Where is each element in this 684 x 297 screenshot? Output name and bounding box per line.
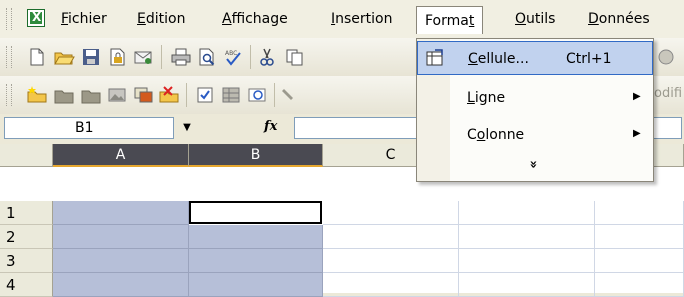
column-header-a[interactable]: A — [53, 144, 189, 167]
cell-d1[interactable] — [459, 201, 595, 225]
menu-item-ligne-label: Ligne — [467, 90, 506, 106]
toolbar-separator — [250, 45, 251, 69]
save-icon[interactable] — [80, 47, 102, 67]
row-header-2[interactable]: 2 — [0, 225, 53, 249]
cell-a3[interactable] — [53, 249, 189, 273]
name-box-dropdown-icon[interactable]: ▼ — [178, 119, 196, 137]
cell-a4[interactable] — [53, 273, 189, 297]
menu-affichage[interactable]: Affichage — [222, 9, 288, 29]
excel-app-icon[interactable] — [27, 9, 45, 27]
cell-d2[interactable] — [459, 225, 595, 249]
window-icon[interactable] — [132, 85, 154, 105]
cell-e4[interactable] — [595, 273, 684, 297]
cell-d3[interactable] — [459, 249, 595, 273]
menu-item-cellule-shortcut: Ctrl+1 — [566, 51, 612, 67]
cell-c1[interactable] — [323, 201, 459, 225]
cell-e1[interactable] — [595, 201, 684, 225]
menubar-grip[interactable] — [6, 8, 12, 30]
print-preview-icon[interactable] — [196, 47, 218, 67]
cell-a1[interactable] — [53, 201, 189, 225]
menu-item-cellule[interactable]: Cellule... Ctrl+1 — [417, 41, 653, 75]
permission-icon[interactable] — [106, 47, 128, 67]
menu-outils[interactable]: Outils — [515, 9, 555, 29]
delete-folder-icon[interactable] — [158, 85, 180, 105]
open-icon[interactable] — [53, 47, 75, 67]
menu-insertion[interactable]: Insertion — [331, 9, 393, 29]
cell-a2[interactable] — [53, 225, 189, 249]
copy-icon[interactable] — [284, 47, 306, 67]
submenu-arrow-icon: ▶ — [633, 128, 641, 139]
expand-menu-icon[interactable]: » — [526, 160, 541, 168]
submenu-arrow-icon: ▶ — [633, 91, 641, 102]
cell-b2[interactable] — [189, 225, 323, 249]
cell-d4[interactable] — [459, 273, 595, 297]
new-icon[interactable] — [26, 47, 48, 67]
toolbar-grip[interactable] — [6, 84, 12, 106]
menu-bar: Fichier Edition Affichage Insertion Form… — [0, 0, 684, 39]
cell-c4[interactable] — [323, 273, 459, 297]
print-icon[interactable] — [170, 47, 192, 67]
toolbar-separator — [161, 45, 162, 69]
toolbar-separator — [186, 83, 187, 107]
toolbar-separator — [274, 83, 275, 107]
image-icon[interactable] — [106, 85, 128, 105]
cell-c3[interactable] — [323, 249, 459, 273]
research-icon[interactable] — [656, 47, 678, 67]
checkbox-icon[interactable] — [194, 85, 216, 105]
function-icon[interactable]: fx — [264, 119, 277, 134]
track-changes-icon[interactable] — [279, 85, 301, 105]
row-header-3[interactable]: 3 — [0, 249, 53, 273]
menu-item-colonne[interactable]: Colonne ▶ — [417, 118, 653, 152]
table-icon[interactable] — [220, 85, 242, 105]
menu-edition[interactable]: Edition — [137, 9, 185, 29]
menu-item-cellule-label: Cellule... — [468, 51, 529, 67]
svg-text:ABC: ABC — [225, 50, 237, 57]
column-header-b[interactable]: B — [189, 144, 323, 167]
new-folder-icon[interactable] — [26, 85, 48, 105]
row-header-4[interactable]: 4 — [0, 273, 53, 297]
menu-format[interactable]: Format — [416, 6, 484, 34]
cell-format-icon — [426, 49, 443, 66]
toolbar-truncated-text: odifi — [654, 86, 683, 101]
folder-icon[interactable] — [53, 85, 75, 105]
folder-icon[interactable] — [80, 85, 102, 105]
active-cell-b1[interactable] — [189, 201, 322, 224]
name-box[interactable]: B1 — [4, 117, 174, 139]
cut-icon[interactable] — [256, 47, 278, 67]
cell-b3[interactable] — [189, 249, 323, 273]
row-header-1[interactable]: 1 — [0, 201, 53, 225]
cell-c2[interactable] — [323, 225, 459, 249]
cell-e3[interactable] — [595, 249, 684, 273]
menu-fichier[interactable]: Fichier — [61, 9, 107, 29]
menu-donnees[interactable]: Données — [588, 9, 650, 29]
menu-item-colonne-label: Colonne — [467, 127, 525, 143]
cell-b4[interactable] — [189, 273, 323, 297]
format-menu-dropdown: Cellule... Ctrl+1 Ligne ▶ Colonne ▶ » — [416, 38, 654, 182]
menu-item-ligne[interactable]: Ligne ▶ — [417, 81, 653, 115]
select-all-corner[interactable] — [0, 144, 53, 167]
email-icon[interactable] — [132, 47, 154, 67]
cell-e2[interactable] — [595, 225, 684, 249]
form-icon[interactable] — [246, 85, 268, 105]
toolbar-grip[interactable] — [6, 46, 12, 68]
spelling-icon[interactable]: ABC — [222, 47, 244, 67]
